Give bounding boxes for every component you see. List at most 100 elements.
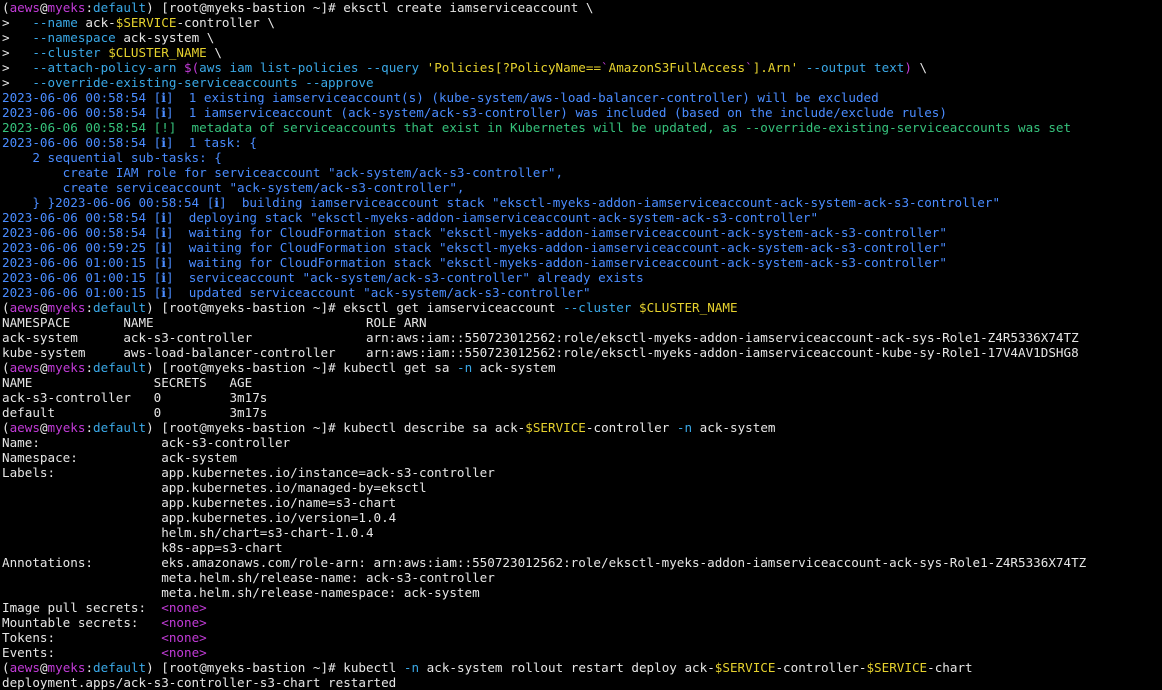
terminal-text-segment: deployment.apps/ack-s3-controller-s3-cha… [2,675,397,690]
terminal-text-segment: app.kubernetes.io/managed-by=eksctl [2,480,427,495]
terminal-text-segment: \ [206,45,222,60]
terminal-text-segment: aews [9,360,40,375]
terminal-line: meta.helm.sh/release-name: ack-s3-contro… [2,570,1162,585]
terminal-text-segment: 2023-06-06 00:58:54 [ℹ] 1 task: { [2,135,257,150]
terminal-text-segment: create IAM role for serviceaccount "ack-… [2,165,564,180]
terminal-text-segment: 2023-06-06 00:58:54 [ℹ] waiting for Clou… [2,225,947,240]
terminal-line: > --override-existing-serviceaccounts --… [2,75,1162,90]
terminal-text-segment: default [93,660,147,675]
terminal-text-segment: myeks [47,420,86,435]
terminal-line: Name: ack-s3-controller [2,435,1162,450]
terminal-line: Labels: app.kubernetes.io/instance=ack-s… [2,465,1162,480]
terminal-text-segment: myeks [47,0,86,15]
terminal-text-segment: app.kubernetes.io/version=1.0.4 [2,510,397,525]
terminal-text-segment: create serviceaccount "ack-system/ack-s3… [2,180,465,195]
terminal-text-segment: : [85,300,94,315]
terminal-text-segment: myeks [47,300,86,315]
terminal-text-segment: NAME SECRETS AGE [2,375,253,390]
terminal-text-segment: --cluster [32,45,101,60]
terminal-line: > --name ack-$SERVICE-controller \ [2,15,1162,30]
terminal-text-segment: $SERVICE [525,420,586,435]
terminal-text-segment: $CLUSTER_NAME [108,45,207,60]
terminal-text-segment: NAMESPACE NAME ROLE ARN [2,315,427,330]
terminal-text-segment: $( [184,60,200,75]
terminal-text-segment: > [2,30,33,45]
terminal-text-segment: ( [2,420,10,435]
terminal-line: 2023-06-06 01:00:15 [ℹ] updated servicea… [2,285,1162,300]
terminal-text-segment: ack-system rollout restart deploy ack- [419,660,715,675]
terminal-text-segment: \ [911,60,928,75]
terminal-line: k8s-app=s3-chart [2,540,1162,555]
terminal-line: > --attach-policy-arn $(aws iam list-pol… [2,60,1162,75]
terminal-text-segment: Annotations: eks.amazonaws.com/role-arn:… [2,555,1087,570]
terminal-text-segment: ack-s3-controller 0 3m17s [2,390,268,405]
terminal-line: 2023-06-06 01:00:15 [ℹ] waiting for Clou… [2,255,1162,270]
terminal-text-segment: -chart [927,660,973,675]
terminal-text-segment: Namespace: ack-system [2,450,238,465]
terminal-text-segment: meta.helm.sh/release-name: ack-s3-contro… [2,570,495,585]
terminal-line: Events: <none> [2,645,1162,660]
terminal-text-segment: $SERVICE [714,660,776,675]
terminal-text-segment: : [85,0,94,15]
terminal-text-segment: -n [403,660,420,675]
terminal-text-segment: > [2,15,33,30]
terminal-text-segment: > [2,45,33,60]
terminal-text-segment: $CLUSTER_NAME [638,300,738,315]
terminal-text-segment: -controller [585,420,677,435]
terminal-text-segment: aews [9,0,40,15]
terminal-text-segment: default [93,360,147,375]
terminal-text-segment: } }2023-06-06 00:58:54 [ℹ] building iams… [2,195,1001,210]
terminal-line: 2023-06-06 00:58:54 [ℹ] 1 existing iamse… [2,90,1162,105]
terminal-line: NAME SECRETS AGE [2,375,1162,390]
terminal-text-segment: 2023-06-06 01:00:15 [ℹ] waiting for Clou… [2,255,947,270]
terminal-text-segment: helm.sh/chart=s3-chart-1.0.4 [2,525,374,540]
terminal-text-segment: <none> [161,645,207,660]
terminal-text-segment: --output text [798,60,905,75]
terminal-text-segment: 2023-06-06 01:00:15 [ℹ] updated servicea… [2,285,591,300]
terminal-line: create serviceaccount "ack-system/ack-s3… [2,180,1162,195]
terminal-text-segment: Events: [2,645,162,660]
terminal-text-segment: -controller- [775,660,867,675]
terminal-line: 2023-06-06 00:58:54 [ℹ] deploying stack … [2,210,1162,225]
terminal-text-segment: meta.helm.sh/release-namespace: ack-syst… [2,585,480,600]
terminal-line: } }2023-06-06 00:58:54 [ℹ] building iams… [2,195,1162,210]
terminal-text-segment: default [93,300,147,315]
terminal-text-segment: > [2,75,33,90]
terminal-text-segment: @ [39,300,48,315]
terminal-text-segment: @ [39,420,48,435]
terminal-text-segment: : [85,660,94,675]
terminal-text-segment: @ [39,360,48,375]
terminal-text-segment: --namespace [32,30,116,45]
terminal-line: Tokens: <none> [2,630,1162,645]
terminal-text-segment: default 0 3m17s [2,405,268,420]
terminal-line: 2023-06-06 00:58:54 [ℹ] 1 task: { [2,135,1162,150]
terminal-line: deployment.apps/ack-s3-controller-s3-cha… [2,675,1162,690]
terminal-text-segment: Labels: app.kubernetes.io/instance=ack-s… [2,465,495,480]
terminal-text-segment: 2023-06-06 00:58:54 [!] metadata of serv… [2,120,1072,135]
terminal-text-segment: --name [32,15,78,30]
terminal-text-segment: 'Policies[?PolicyName== [426,60,602,75]
terminal-line: helm.sh/chart=s3-chart-1.0.4 [2,525,1162,540]
terminal-line: Annotations: eks.amazonaws.com/role-arn:… [2,555,1162,570]
terminal-text-segment: $SERVICE [866,660,928,675]
terminal-line: > --namespace ack-system \ [2,30,1162,45]
terminal-window[interactable]: (aews@myeks:default) [root@myeks-bastion… [0,0,1162,690]
terminal-text-segment: ` [745,60,753,75]
terminal-text-segment: ( [2,360,10,375]
terminal-text-segment: aews [9,300,40,315]
terminal-line: > --cluster $CLUSTER_NAME \ [2,45,1162,60]
terminal-line: 2023-06-06 00:58:54 [ℹ] waiting for Clou… [2,225,1162,240]
terminal-text-segment: kube-system aws-load-balancer-controller… [2,345,1079,360]
terminal-text-segment: ( [2,660,10,675]
terminal-line: Image pull secrets: <none> [2,600,1162,615]
terminal-line: ack-system ack-s3-controller arn:aws:iam… [2,330,1162,345]
terminal-line: Namespace: ack-system [2,450,1162,465]
terminal-text-segment: 2023-06-06 00:59:25 [ℹ] waiting for Clou… [2,240,947,255]
terminal-text-segment: ack- [77,15,116,30]
terminal-line: 2023-06-06 01:00:15 [ℹ] serviceaccount "… [2,270,1162,285]
terminal-line: ack-s3-controller 0 3m17s [2,390,1162,405]
terminal-text-segment: --attach-policy-arn [32,60,177,75]
terminal-text-segment: Image pull secrets: [2,600,162,615]
